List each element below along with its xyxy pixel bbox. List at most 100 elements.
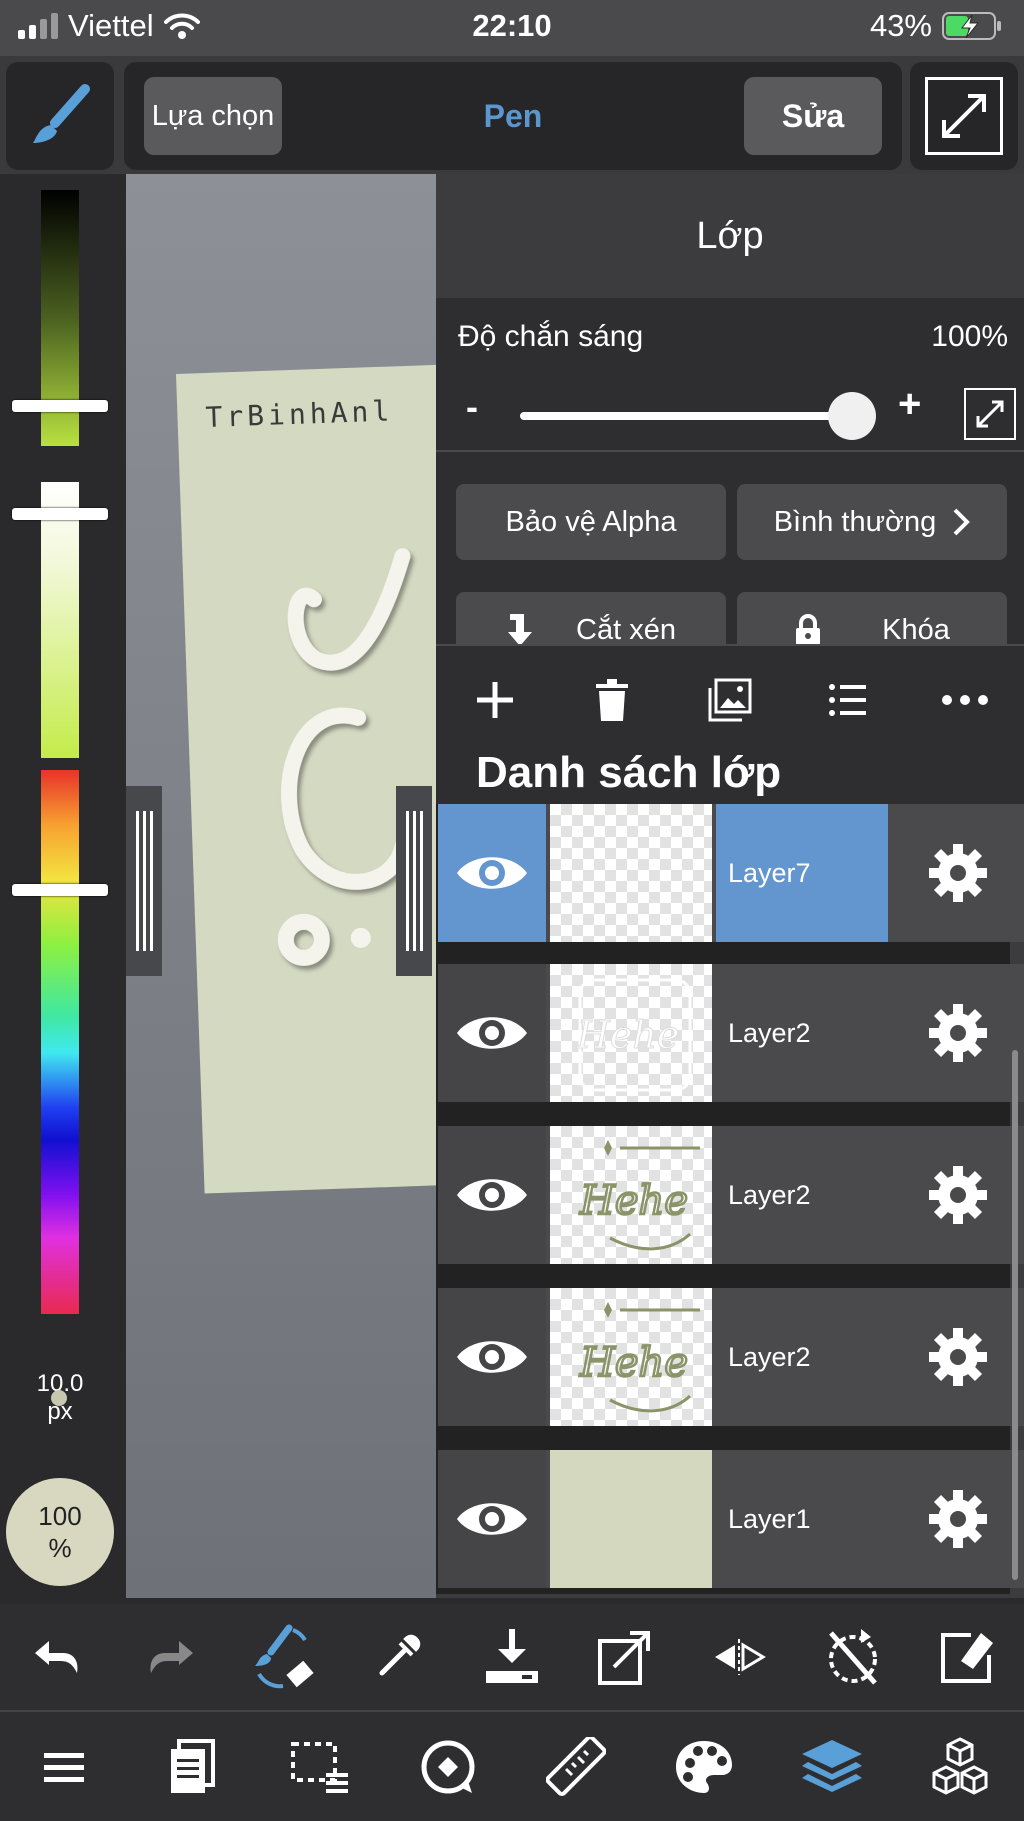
svg-text:Hehe: Hehe <box>579 1178 688 1224</box>
layer-settings-button[interactable] <box>892 1126 1024 1264</box>
layer-settings-button[interactable] <box>892 964 1024 1102</box>
hue-handle[interactable] <box>12 884 108 896</box>
eye-icon <box>457 857 527 889</box>
layer-panel-title: Lớp <box>696 215 764 257</box>
brush-icon <box>33 84 90 143</box>
undo-icon <box>34 1641 78 1673</box>
fullscreen-button[interactable] <box>910 62 1018 170</box>
pages-button[interactable] <box>152 1727 232 1807</box>
layer-row[interactable]: Hehe Layer2 <box>438 964 1024 1102</box>
brush-opacity-value: 100 <box>38 1501 82 1531</box>
transform-button[interactable] <box>927 1617 1007 1697</box>
left-panel-handle[interactable] <box>126 786 162 976</box>
selection-tool-button[interactable] <box>280 1727 360 1807</box>
layer-thumbnail: Hehe <box>550 1126 712 1264</box>
ruler-button[interactable] <box>536 1727 616 1807</box>
add-image-layer-button[interactable] <box>700 670 760 730</box>
eyedropper-button[interactable] <box>358 1617 438 1697</box>
canvas-rotate-button[interactable] <box>408 1727 488 1807</box>
visibility-toggle[interactable] <box>438 1288 546 1426</box>
saturation-bar[interactable] <box>41 482 79 758</box>
layer-name: Layer2 <box>716 964 888 1102</box>
brush-swap-icon <box>255 1624 314 1689</box>
blend-mode-button[interactable]: Bình thường <box>737 484 1007 560</box>
flip-horizontal-button[interactable] <box>699 1617 779 1697</box>
opacity-increase-button[interactable]: + <box>898 382 921 427</box>
gear-icon <box>929 844 987 902</box>
brush-tool-button[interactable] <box>6 62 114 170</box>
edit-button[interactable]: Sửa <box>744 77 882 155</box>
layer-row[interactable]: Hehe Layer2 <box>438 1288 1024 1426</box>
layer-list-scrollbar[interactable] <box>1012 1050 1018 1580</box>
visibility-toggle[interactable] <box>438 964 546 1102</box>
layer-settings-button[interactable] <box>892 1450 1024 1588</box>
svg-text:Hehe: Hehe <box>579 1340 688 1386</box>
layer-opacity-slider[interactable] <box>520 412 854 420</box>
eye-icon <box>457 1503 527 1535</box>
saturation-handle[interactable] <box>12 508 108 520</box>
color-column: 10.0 px 100 % <box>0 174 126 1598</box>
more-options-button[interactable] <box>935 670 995 730</box>
expand-icon <box>976 400 1004 428</box>
blend-mode-label: Bình thường <box>773 505 937 538</box>
hamburger-icon <box>44 1752 84 1782</box>
layer-settings-button[interactable] <box>892 1288 1024 1426</box>
materials-button[interactable] <box>920 1727 1000 1807</box>
chevron-right-icon <box>953 508 971 536</box>
alpha-protect-button[interactable]: Bảo vệ Alpha <box>456 484 726 560</box>
brush-eraser-toggle-button[interactable] <box>244 1617 324 1697</box>
brush-size-dot <box>51 1390 67 1406</box>
plus-icon <box>476 682 513 718</box>
palette-icon <box>676 1740 732 1793</box>
layer-row[interactable]: Layer7 <box>438 804 1024 942</box>
hue-bar[interactable] <box>41 770 79 1314</box>
eyedropper-icon <box>379 1634 421 1676</box>
main-toolbar <box>0 1712 1024 1821</box>
battery-percent: 43% <box>869 8 932 43</box>
ruler-icon <box>546 1736 606 1796</box>
undo-button[interactable] <box>17 1617 97 1697</box>
selection-icon <box>291 1741 348 1793</box>
layer-row[interactable]: Layer1 <box>438 1450 1024 1588</box>
color-palette-button[interactable] <box>664 1727 744 1807</box>
more-icon <box>942 695 989 705</box>
layer-action-bar <box>436 644 1024 754</box>
menu-button[interactable] <box>24 1727 104 1807</box>
tool-panel: Lựa chọn Pen Sửa <box>124 62 902 170</box>
delete-layer-button[interactable] <box>582 670 642 730</box>
status-bar: Viettel 22:10 43% <box>0 0 1024 56</box>
opacity-decrease-button[interactable]: - <box>466 386 478 428</box>
thumbnail-artwork: Hehe <box>575 978 692 1092</box>
drawing-canvas[interactable]: TrBinhAnl <box>126 174 436 1598</box>
brightness-handle[interactable] <box>12 400 108 412</box>
visibility-toggle[interactable] <box>438 1450 546 1588</box>
layer-thumbnail <box>550 804 712 942</box>
gear-icon <box>929 1490 987 1548</box>
panel-expand-button[interactable] <box>964 388 1016 440</box>
layer-name: Layer2 <box>716 1288 888 1426</box>
layer-list: Layer7 Hehe Layer2 Hehe Layer2 Hehe Laye… <box>436 804 1024 1594</box>
add-layer-button[interactable] <box>465 670 525 730</box>
right-panel-handle[interactable] <box>396 786 432 976</box>
rotate-canvas-icon <box>421 1740 475 1793</box>
layer-opacity-knob[interactable] <box>828 392 876 440</box>
visibility-toggle[interactable] <box>438 804 546 942</box>
rotate-off-icon <box>829 1629 878 1685</box>
brush-opacity-button[interactable]: 100 % <box>6 1478 114 1586</box>
canvas-paper: TrBinhAnl <box>176 363 436 1194</box>
flip-icon <box>715 1639 767 1675</box>
visibility-toggle[interactable] <box>438 1126 546 1264</box>
export-button[interactable] <box>586 1617 666 1697</box>
top-toolbar: Lựa chọn Pen Sửa <box>0 56 1024 174</box>
expand-icon <box>942 94 986 138</box>
gear-icon <box>929 1004 987 1062</box>
layer-name: Layer1 <box>716 1450 888 1588</box>
layer-list-menu-button[interactable] <box>818 670 878 730</box>
rotate-reset-button[interactable] <box>813 1617 893 1697</box>
layer-settings-button[interactable] <box>892 804 1024 942</box>
redo-button[interactable] <box>131 1617 211 1697</box>
save-button[interactable] <box>472 1617 552 1697</box>
layers-button[interactable] <box>792 1727 872 1807</box>
layer-row[interactable]: Hehe Layer2 <box>438 1126 1024 1264</box>
gear-icon <box>929 1328 987 1386</box>
